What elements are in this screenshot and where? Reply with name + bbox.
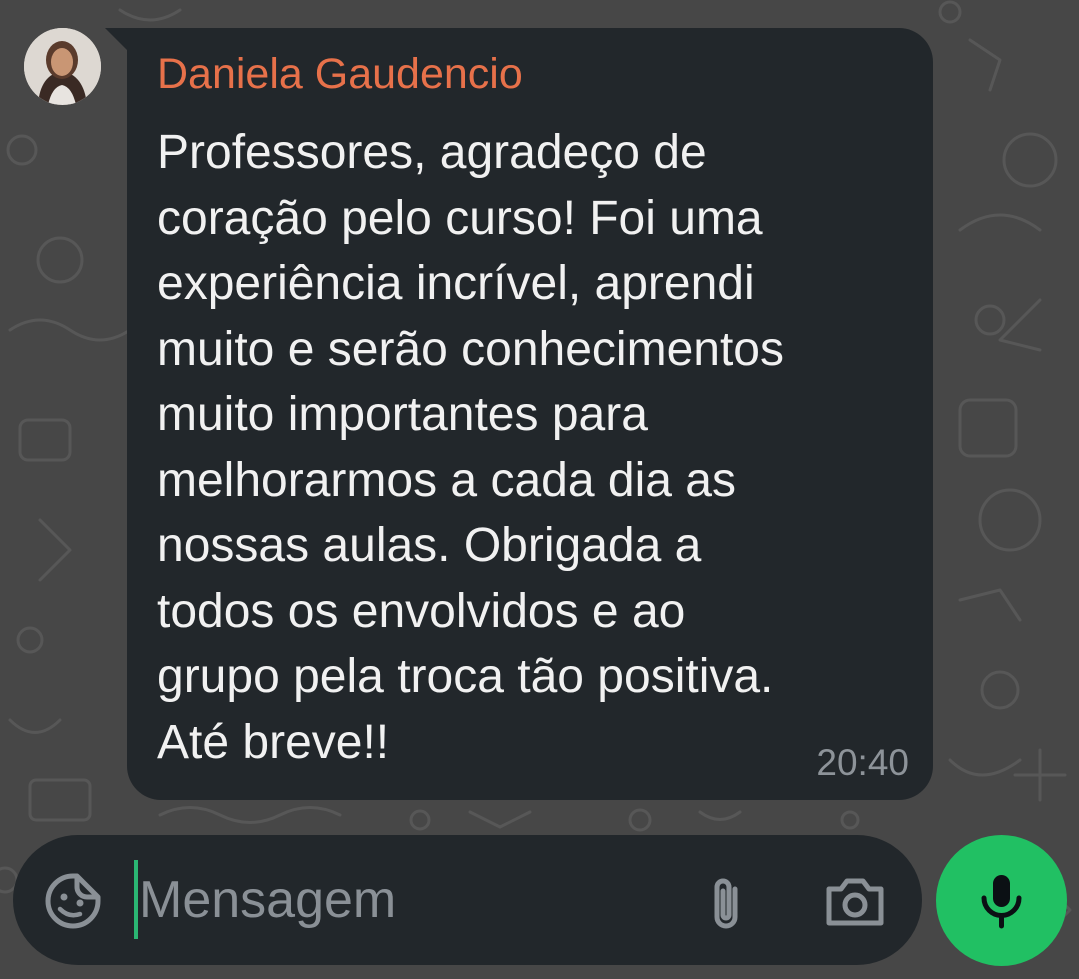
- paperclip-icon: [714, 878, 738, 929]
- sticker-emoji-icon: [45, 873, 101, 929]
- message-line: grupo pela troca tão positiva.: [157, 650, 774, 703]
- message-composer: [13, 835, 922, 965]
- message-timestamp: 20:40: [816, 742, 909, 783]
- voice-message-button[interactable]: [936, 835, 1067, 966]
- bubble-tail: [105, 28, 129, 52]
- message-text: Professores, agradeço de coração pelo cu…: [157, 120, 917, 775]
- message-line: Professores, agradeço de: [157, 126, 707, 179]
- sender-name[interactable]: Daniela Gaudencio: [157, 50, 523, 99]
- message-line: nossas aulas. Obrigada a: [157, 519, 702, 572]
- attach-button[interactable]: [701, 873, 751, 931]
- incoming-message-bubble[interactable]: Daniela Gaudencio Professores, agradeço …: [127, 28, 933, 800]
- message-line: experiência incrível, aprendi: [157, 257, 755, 310]
- message-line: coração pelo curso! Foi uma: [157, 191, 763, 245]
- message-line: Até breve!!: [157, 715, 390, 769]
- sender-avatar[interactable]: [24, 28, 101, 105]
- camera-icon: [826, 878, 884, 926]
- message-line: muito importantes para: [157, 388, 648, 441]
- emoji-button[interactable]: [43, 871, 103, 931]
- message-line: muito e serão conhecimentos: [157, 322, 784, 376]
- text-cursor: [134, 860, 138, 939]
- microphone-icon: [981, 875, 1022, 929]
- message-line: melhorarmos a cada dia as: [157, 453, 736, 507]
- avatar-photo: [24, 28, 101, 105]
- message-input[interactable]: [139, 857, 679, 943]
- message-line: todos os envolvidos e ao: [157, 584, 686, 638]
- camera-button[interactable]: [823, 875, 887, 929]
